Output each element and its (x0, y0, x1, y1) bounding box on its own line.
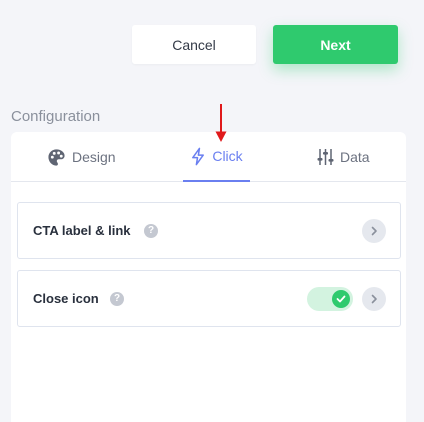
chevron-right-button[interactable] (362, 218, 386, 243)
tab-bar: Design Click Data (11, 132, 406, 182)
checkmark-icon (336, 295, 346, 302)
tab-click-label: Click (212, 148, 243, 164)
configuration-panel: Design Click Data CTA label & link ? Clo… (11, 132, 406, 422)
cancel-button[interactable]: Cancel (132, 25, 256, 64)
help-icon[interactable]: ? (144, 223, 158, 238)
section-title: Configuration (11, 108, 101, 125)
next-button[interactable]: Next (273, 25, 398, 64)
cta-label-link-row[interactable]: CTA label & link ? (17, 202, 401, 259)
chevron-right-button[interactable] (362, 286, 386, 311)
palette-icon (47, 148, 66, 167)
tab-design-label: Design (72, 149, 116, 165)
tab-design[interactable]: Design (47, 132, 116, 182)
red-arrow-annotation (215, 104, 227, 142)
help-icon[interactable]: ? (110, 291, 124, 306)
cta-label-link-label: CTA label & link (33, 223, 131, 238)
sliders-icon (317, 148, 334, 166)
tab-data-label: Data (340, 149, 370, 165)
chevron-right-icon (371, 226, 377, 235)
close-icon-toggle[interactable] (307, 286, 353, 311)
chevron-right-icon (371, 294, 377, 303)
lightning-icon (190, 147, 206, 166)
close-icon-row[interactable]: Close icon ? (17, 270, 401, 327)
tab-data[interactable]: Data (317, 132, 370, 182)
toggle-knob (332, 289, 350, 308)
close-icon-label: Close icon (33, 291, 99, 306)
